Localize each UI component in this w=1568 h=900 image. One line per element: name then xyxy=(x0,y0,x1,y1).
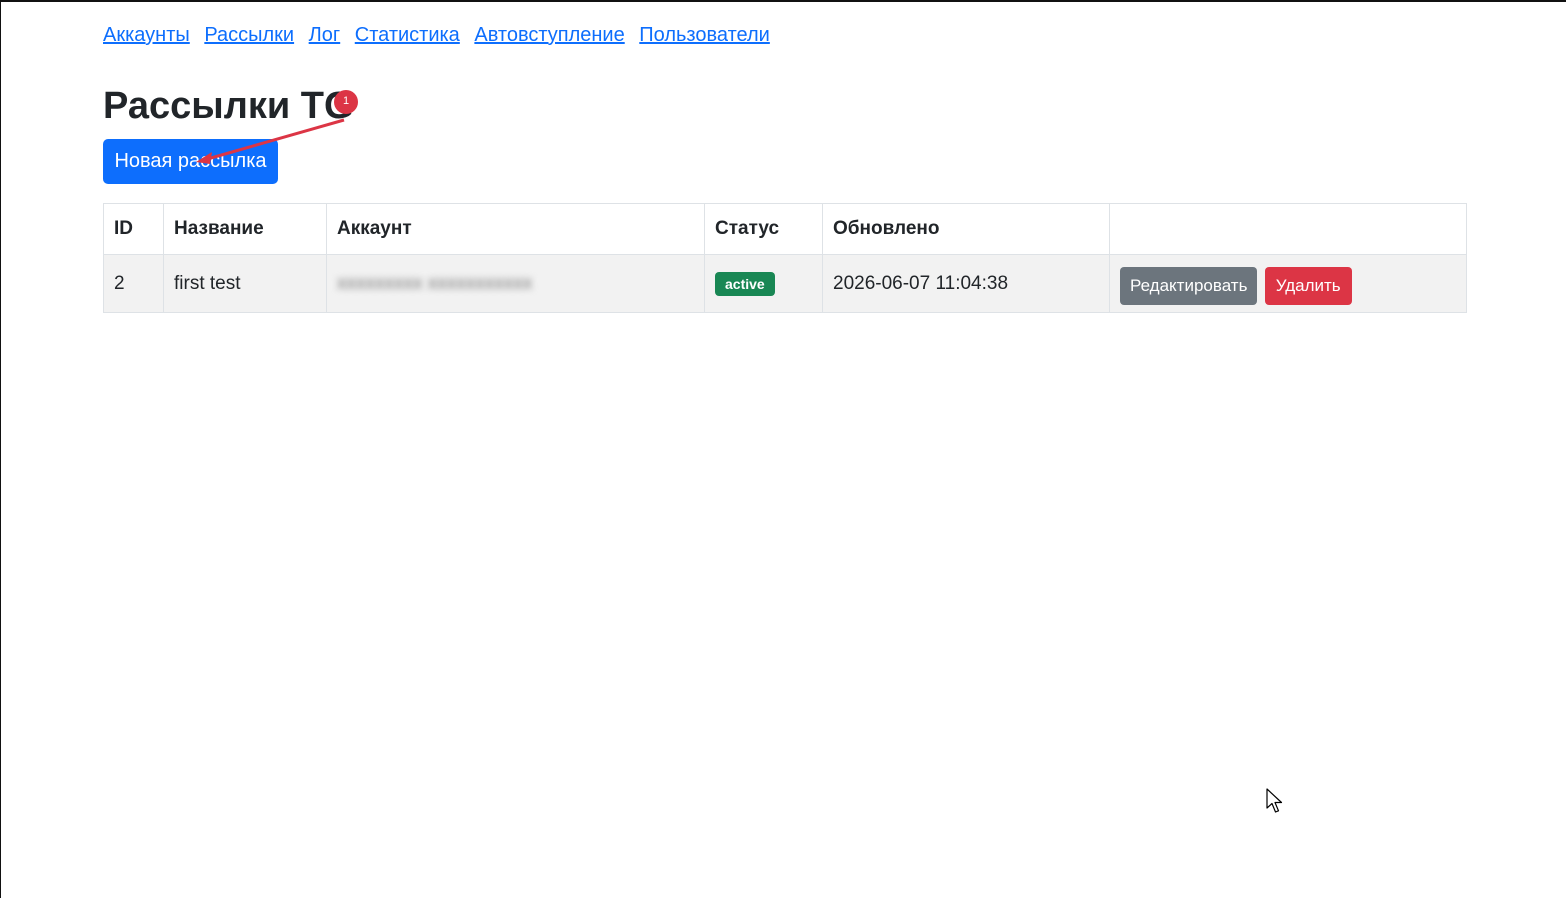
nav-link-mailings[interactable]: Рассылки xyxy=(204,24,294,46)
edit-button[interactable]: Редактировать xyxy=(1120,266,1258,305)
page-title: Рассылки TG xyxy=(103,85,354,127)
cell-status: active xyxy=(704,254,823,313)
nav-link-autojoin[interactable]: Автовступление xyxy=(474,24,624,46)
nav-link-accounts[interactable]: Аккаунты xyxy=(103,24,190,46)
new-mailing-button[interactable]: Новая рассылка xyxy=(103,139,278,184)
annotation-marker: 1 xyxy=(334,90,358,114)
status-badge: active xyxy=(715,271,775,296)
mailings-table: ID Название Аккаунт Статус Обновлено 2 f… xyxy=(103,203,1467,313)
header-account: Аккаунт xyxy=(326,203,705,255)
header-name: Название xyxy=(163,203,327,255)
header-status: Статус xyxy=(704,203,823,255)
nav-link-statistics[interactable]: Статистика xyxy=(355,24,460,46)
table-header-row: ID Название Аккаунт Статус Обновлено xyxy=(103,203,1467,255)
cell-name: first test xyxy=(163,254,327,313)
window-frame xyxy=(0,0,1566,898)
cell-actions: Редактировать Удалить xyxy=(1109,254,1467,313)
header-actions xyxy=(1109,203,1467,255)
cell-id: 2 xyxy=(103,254,164,313)
top-nav: Аккаунты Рассылки Лог Статистика Автовст… xyxy=(103,24,779,47)
header-updated: Обновлено xyxy=(822,203,1110,255)
delete-button[interactable]: Удалить xyxy=(1264,266,1352,305)
nav-link-log[interactable]: Лог xyxy=(309,24,341,46)
mouse-cursor-icon xyxy=(1266,788,1283,813)
cell-account: xxxxxxxxx xxxxxxxxxxx xyxy=(326,254,705,313)
account-value-blurred: xxxxxxxxx xxxxxxxxxxx xyxy=(337,272,533,294)
nav-link-users[interactable]: Пользователи xyxy=(639,24,770,46)
header-id: ID xyxy=(103,203,164,255)
table-row: 2 first test xxxxxxxxx xxxxxxxxxxx activ… xyxy=(103,254,1467,313)
cell-updated: 2026-06-07 11:04:38 xyxy=(822,254,1110,313)
